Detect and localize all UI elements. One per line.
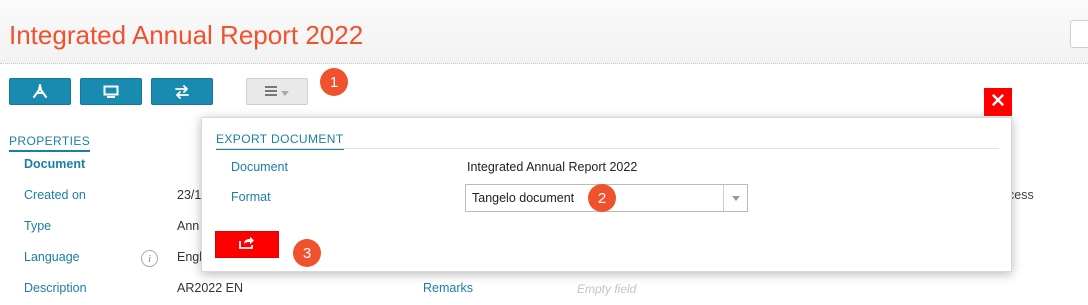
- tab-properties[interactable]: PROPERTIES: [9, 134, 91, 152]
- page-header: Integrated Annual Report 2022: [0, 0, 1088, 64]
- property-value-created-on: 23/1: [177, 188, 202, 202]
- property-value-language: Engl: [177, 250, 203, 264]
- pdf-button[interactable]: [9, 78, 71, 105]
- hamburger-menu-icon: [265, 83, 277, 101]
- export-button[interactable]: [215, 231, 279, 258]
- property-label-language: Language: [24, 250, 80, 264]
- close-icon: [992, 93, 1004, 111]
- property-value-description: AR2022 EN: [177, 281, 244, 295]
- preview-button[interactable]: [80, 78, 142, 105]
- monitor-icon: [103, 85, 119, 99]
- callout-badge-1: 1: [320, 68, 348, 96]
- compare-button[interactable]: [151, 78, 213, 105]
- chevron-down-icon[interactable]: [723, 185, 747, 211]
- format-select-value: Tangelo document: [472, 191, 575, 205]
- callout-badge-3: 3: [293, 239, 321, 267]
- dialog-format-label: Format: [231, 190, 271, 204]
- swap-arrows-icon: [174, 84, 190, 99]
- property-label-remarks: Remarks: [423, 281, 474, 295]
- page-title: Integrated Annual Report 2022: [9, 20, 364, 50]
- property-label-document: Document: [24, 157, 86, 171]
- property-value-type: Ann: [177, 219, 200, 233]
- property-label-created-on: Created on: [24, 188, 86, 202]
- property-label-type: Type: [24, 219, 52, 233]
- property-label-description: Description: [24, 281, 87, 295]
- export-share-icon: [239, 236, 255, 254]
- remarks-empty-placeholder[interactable]: Empty field: [577, 282, 636, 296]
- info-icon[interactable]: i: [141, 250, 158, 267]
- more-menu-button[interactable]: [246, 78, 308, 105]
- header-action-button[interactable]: [1070, 20, 1088, 48]
- chevron-down-icon: [281, 83, 289, 101]
- pdf-icon: [31, 83, 49, 100]
- dialog-document-value: Integrated Annual Report 2022: [467, 160, 638, 174]
- dialog-close-button[interactable]: [984, 88, 1012, 116]
- dialog-document-label: Document: [231, 160, 288, 174]
- callout-badge-2: 2: [588, 184, 616, 212]
- dialog-divider: [216, 148, 999, 149]
